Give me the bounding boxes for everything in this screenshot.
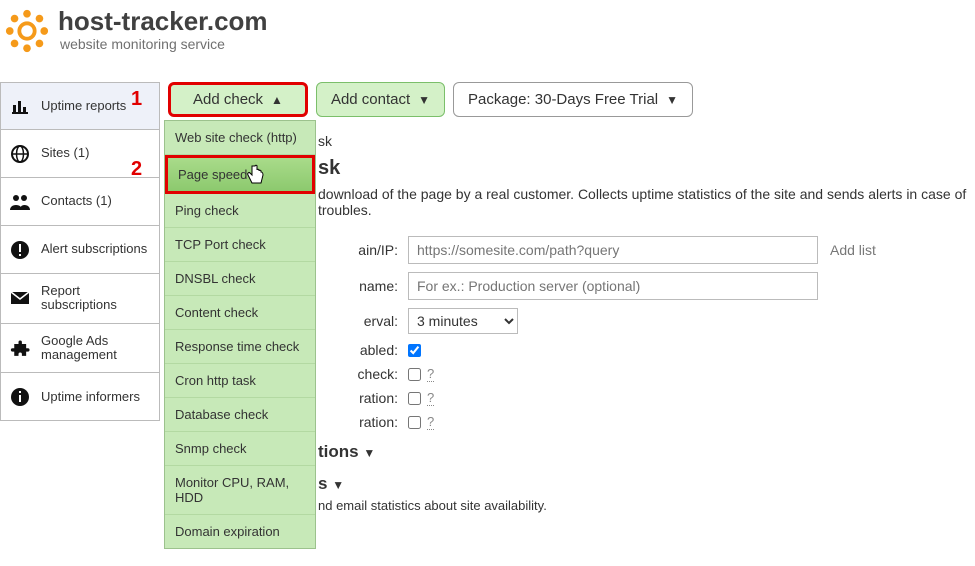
dropdown-item-tcp[interactable]: TCP Port check bbox=[165, 228, 315, 262]
check-label: check: bbox=[318, 366, 408, 382]
truncated-text-top: sk bbox=[318, 133, 975, 149]
enabled-label: abled: bbox=[318, 342, 408, 358]
add-contact-button[interactable]: Add contact ▼ bbox=[316, 82, 445, 117]
add-list-link[interactable]: Add list bbox=[830, 242, 876, 258]
dropdown-item-dnsbl[interactable]: DNSBL check bbox=[165, 262, 315, 296]
domain-label: ain/IP: bbox=[318, 242, 408, 258]
chevron-down-icon: ▼ bbox=[332, 478, 344, 492]
add-check-label: Add check bbox=[193, 91, 263, 108]
dropdown-item-http[interactable]: Web site check (http) bbox=[165, 121, 315, 155]
interval-label: erval: bbox=[318, 313, 408, 329]
dropdown-item-domain[interactable]: Domain expiration bbox=[165, 515, 315, 548]
ration1-checkbox[interactable] bbox=[408, 392, 421, 405]
logo bbox=[4, 8, 50, 54]
sidebar-item-uptime-informers[interactable]: Uptime informers bbox=[0, 373, 160, 421]
main: 1 2 Add check ▲ Add contact ▼ Package: 3… bbox=[164, 82, 975, 513]
section2-header[interactable]: s ▼ bbox=[318, 474, 975, 494]
puzzle-icon bbox=[9, 338, 31, 358]
annotation-2: 2 bbox=[131, 158, 142, 181]
sidebar-label: Uptime informers bbox=[41, 390, 140, 404]
dropdown-item-cpu[interactable]: Monitor CPU, RAM, HDD bbox=[165, 466, 315, 515]
ration2-checkbox[interactable] bbox=[408, 416, 421, 429]
header: host-tracker.com website monitoring serv… bbox=[0, 0, 975, 54]
task-title: sk bbox=[318, 157, 975, 180]
chevron-down-icon: ▼ bbox=[418, 93, 430, 107]
ration2-label: ration: bbox=[318, 414, 408, 430]
interval-select[interactable]: 3 minutes bbox=[408, 308, 518, 334]
chevron-down-icon: ▼ bbox=[363, 446, 375, 460]
check-checkbox[interactable] bbox=[408, 368, 421, 381]
task-description: download of the page by a real customer.… bbox=[318, 186, 975, 218]
help-icon[interactable]: ? bbox=[427, 366, 434, 382]
dropdown-item-response[interactable]: Response time check bbox=[165, 330, 315, 364]
sidebar-label: Report subscriptions bbox=[41, 284, 151, 313]
cursor-hand-icon bbox=[246, 164, 264, 186]
sidebar-label: Contacts (1) bbox=[41, 194, 112, 208]
name-input[interactable] bbox=[408, 272, 818, 300]
dropdown-item-content[interactable]: Content check bbox=[165, 296, 315, 330]
add-check-button[interactable]: Add check ▲ bbox=[168, 82, 308, 117]
dropdown-item-pagespeed[interactable]: Page speed bbox=[165, 155, 315, 194]
chevron-down-icon: ▼ bbox=[666, 93, 678, 107]
sidebar-item-alert-subscriptions[interactable]: Alert subscriptions bbox=[0, 226, 160, 274]
sidebar-label: Google Ads management bbox=[41, 334, 151, 363]
section2-note: nd email statistics about site availabil… bbox=[318, 498, 975, 513]
sidebar-label: Alert subscriptions bbox=[41, 242, 147, 256]
sidebar-item-contacts[interactable]: Contacts (1) bbox=[0, 178, 160, 226]
section1-header[interactable]: tions ▼ bbox=[318, 442, 975, 462]
help-icon[interactable]: ? bbox=[427, 390, 434, 406]
dropdown-item-ping[interactable]: Ping check bbox=[165, 194, 315, 228]
package-label: Package: 30-Days Free Trial bbox=[468, 91, 658, 108]
dropdown-item-snmp[interactable]: Snmp check bbox=[165, 432, 315, 466]
domain-input[interactable] bbox=[408, 236, 818, 264]
envelope-icon bbox=[9, 291, 31, 305]
globe-icon bbox=[9, 144, 31, 164]
bar-chart-icon bbox=[9, 97, 31, 115]
chevron-up-icon: ▲ bbox=[271, 93, 283, 107]
enabled-checkbox[interactable] bbox=[408, 344, 421, 357]
sidebar: Uptime reports Sites (1) Contacts (1) Al… bbox=[0, 82, 164, 513]
sidebar-label: Uptime reports bbox=[41, 99, 126, 113]
annotation-1: 1 bbox=[131, 88, 142, 111]
add-contact-label: Add contact bbox=[331, 91, 410, 108]
alert-icon bbox=[9, 240, 31, 260]
dropdown-item-database[interactable]: Database check bbox=[165, 398, 315, 432]
dropdown-item-cron[interactable]: Cron http task bbox=[165, 364, 315, 398]
add-check-dropdown: Web site check (http) Page speed Ping ch… bbox=[164, 120, 316, 549]
toolbar: Add check ▲ Add contact ▼ Package: 30-Da… bbox=[168, 82, 975, 117]
sidebar-label: Sites (1) bbox=[41, 146, 89, 160]
ration1-label: ration: bbox=[318, 390, 408, 406]
users-icon bbox=[9, 193, 31, 211]
info-icon bbox=[9, 387, 31, 407]
package-button[interactable]: Package: 30-Days Free Trial ▼ bbox=[453, 82, 693, 117]
name-label: name: bbox=[318, 278, 408, 294]
brand-subtitle: website monitoring service bbox=[60, 36, 268, 52]
brand-title: host-tracker.com bbox=[58, 8, 268, 34]
help-icon[interactable]: ? bbox=[427, 414, 434, 430]
sidebar-item-report-subscriptions[interactable]: Report subscriptions bbox=[0, 274, 160, 324]
sidebar-item-google-ads[interactable]: Google Ads management bbox=[0, 324, 160, 374]
